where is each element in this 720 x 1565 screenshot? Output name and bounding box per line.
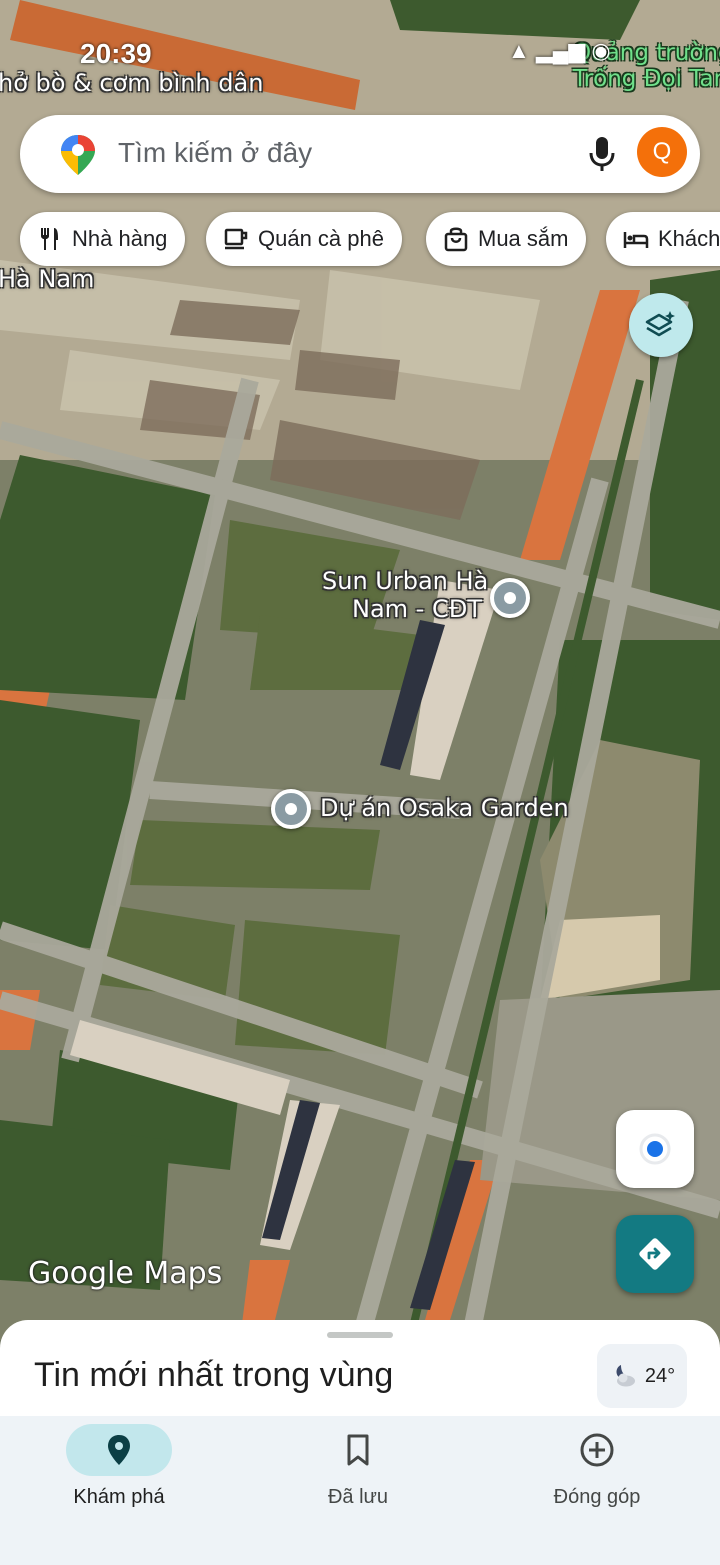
- nav-contribute[interactable]: Đóng góp: [497, 1416, 697, 1536]
- map-label-square-line2: Trống Đọi Tam: [573, 66, 720, 93]
- weather-temperature: 24°: [644, 1364, 676, 1387]
- drag-handle[interactable]: [327, 1332, 393, 1338]
- search-bar[interactable]: Tìm kiếm ở đây Q: [20, 115, 700, 193]
- map-label-sun-urban-line2: Nam - CĐT: [352, 594, 482, 623]
- nav-contribute-label: Đóng góp: [553, 1486, 641, 1508]
- bottom-navigation: Khám phá Đã lưu Đóng góp: [0, 1416, 720, 1565]
- chip-label: Nhà hàng: [72, 226, 168, 251]
- bed-icon: [623, 232, 649, 248]
- directions-icon: [639, 1238, 671, 1270]
- my-location-button[interactable]: [616, 1110, 694, 1188]
- moon-cloud-icon: [616, 1365, 635, 1387]
- chip-hotels[interactable]: Khách: [606, 212, 720, 266]
- chip-cafes[interactable]: Quán cà phê: [206, 212, 402, 266]
- shopping-bag-icon: [444, 227, 468, 252]
- fork-knife-icon: [41, 228, 58, 250]
- my-location-icon: [639, 1133, 671, 1165]
- nav-explore-indicator: [66, 1424, 172, 1476]
- location-pin-icon: [108, 1435, 130, 1465]
- nav-saved[interactable]: Đã lưu: [258, 1416, 458, 1536]
- coffee-cup-icon: [224, 228, 248, 250]
- search-input[interactable]: Tìm kiếm ở đây: [118, 137, 312, 169]
- account-avatar[interactable]: Q: [637, 127, 687, 177]
- directions-button[interactable]: [616, 1215, 694, 1293]
- chip-label: Mua sắm: [478, 226, 569, 251]
- nav-contribute-indicator: [544, 1424, 650, 1476]
- layers-button[interactable]: [629, 293, 693, 357]
- status-icons: ▲ ▂▄▆ ◉: [508, 38, 611, 63]
- bookmark-icon: [347, 1434, 369, 1466]
- nav-saved-indicator: [305, 1424, 411, 1476]
- chip-restaurants[interactable]: Nhà hàng: [20, 212, 186, 266]
- map-label-osaka-garden[interactable]: Dự án Osaka Garden: [320, 794, 569, 823]
- nav-explore-label: Khám phá: [73, 1486, 165, 1508]
- sheet-title: Tin mới nhất trong vùng: [34, 1356, 394, 1394]
- satellite-imagery: [0, 0, 720, 1340]
- map-label-restaurant[interactable]: hở bò & cơm bình dân: [0, 69, 263, 98]
- map-label-sun-urban[interactable]: Sun Urban Hà Nam - CĐT: [322, 567, 489, 623]
- microphone-icon[interactable]: [586, 135, 618, 173]
- plus-circle-icon: [580, 1433, 614, 1467]
- map-label-sun-urban-line1: Sun Urban Hà: [322, 567, 489, 595]
- bottom-sheet[interactable]: Tin mới nhất trong vùng 24°: [0, 1320, 720, 1420]
- chip-label: Khách: [658, 226, 720, 251]
- layers-icon: [645, 311, 675, 337]
- nav-saved-label: Đã lưu: [327, 1486, 389, 1508]
- map-view[interactable]: hở bò & cơm bình dân Quảng trường Trống …: [0, 0, 720, 1340]
- weather-chip[interactable]: 24°: [597, 1344, 687, 1408]
- chip-label: Quán cà phê: [258, 226, 384, 251]
- status-time: 20:39: [80, 38, 152, 69]
- google-maps-logo: Google Maps: [28, 1256, 223, 1291]
- chip-shopping[interactable]: Mua sắm: [426, 212, 587, 266]
- map-label-ha-nam[interactable]: Hà Nam: [0, 265, 94, 294]
- google-maps-pin-icon: [61, 135, 95, 175]
- nav-explore[interactable]: Khám phá: [19, 1416, 219, 1536]
- osaka-garden-pin-icon[interactable]: [271, 789, 311, 829]
- sun-urban-pin-icon[interactable]: [490, 578, 530, 618]
